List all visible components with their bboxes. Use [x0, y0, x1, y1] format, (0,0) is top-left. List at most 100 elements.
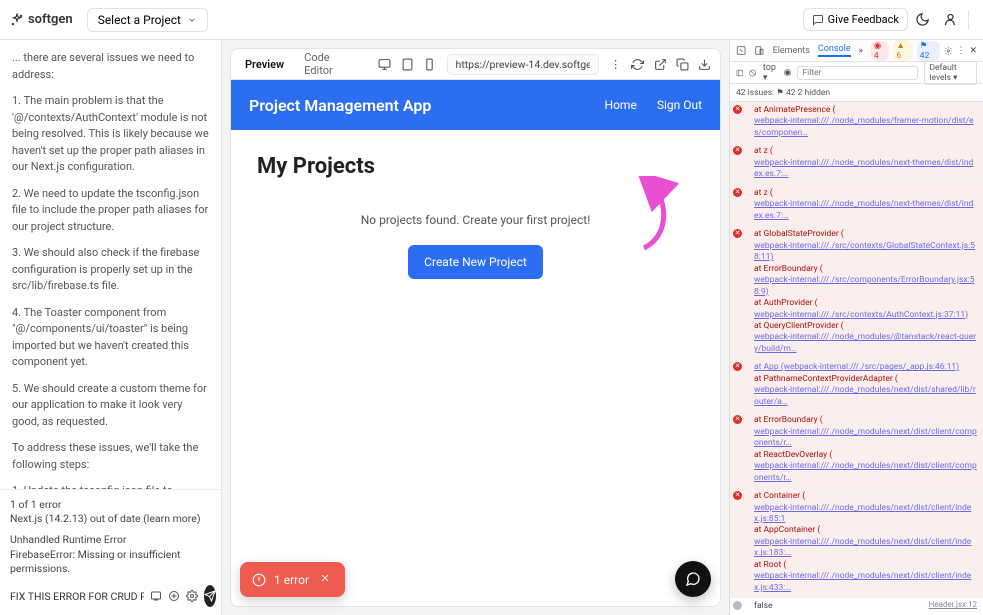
devtools-tab-console[interactable]: Console [818, 44, 851, 57]
chat-paragraph: To address these issues, we'll take the … [12, 440, 209, 473]
device-icon[interactable] [754, 45, 764, 56]
preview-frame: Project Management App Home Sign Out My … [230, 80, 721, 607]
moon-icon [915, 12, 930, 27]
log-text: at Container (webpack-internal:///./node… [746, 491, 977, 594]
refresh-icon[interactable] [629, 53, 647, 75]
warn-count-badge[interactable]: ▲ 6 [893, 40, 912, 61]
chat-input[interactable] [10, 590, 144, 603]
error-count: 1 of 1 error [10, 498, 211, 513]
log-text: at z (webpack-internal:///./node_modules… [746, 146, 977, 180]
console-log-error[interactable]: ✕ at GlobalStateProvider (webpack-intern… [730, 226, 983, 359]
error-glyph-icon: ✕ [733, 491, 742, 500]
toast-text: 1 error [274, 573, 309, 587]
nav-signout[interactable]: Sign Out [657, 98, 702, 112]
error-count-badge[interactable]: ◉ 4 [871, 41, 890, 61]
error-glyph-icon: ✕ [733, 146, 742, 155]
inline-code-icon[interactable] [150, 588, 162, 604]
chat-icon [812, 14, 824, 26]
devtools-panel: Elements Console » ◉ 4 ▲ 6 ⚑ 42 ⋮ ✕ top … [729, 40, 983, 615]
app-title: Project Management App [249, 96, 431, 115]
sparkle-icon [10, 13, 24, 27]
log-text: at GlobalStateProvider (webpack-internal… [746, 229, 977, 355]
info-count-badge[interactable]: ⚑ 42 [917, 41, 940, 61]
user-icon [943, 12, 958, 27]
log-text: at AnimatePresence (webpack-internal:///… [746, 105, 977, 139]
feedback-label: Give Feedback [828, 13, 899, 26]
error-summary: 1 of 1 error Next.js (14.2.13) out of da… [10, 498, 211, 577]
device-mobile-icon[interactable] [420, 53, 438, 75]
next-outdated: Next.js (14.2.13) out of date (learn mor… [10, 512, 200, 525]
attach-icon[interactable] [168, 588, 180, 604]
console-log-error[interactable]: ✕ at Container (webpack-internal:///./no… [730, 488, 983, 598]
chevron-down-icon [187, 15, 197, 25]
preview-url-field[interactable] [447, 54, 599, 75]
console-log-error[interactable]: ✕ at App (webpack-internal:///./src/page… [730, 359, 983, 412]
error-glyph-icon: ✕ [733, 229, 742, 238]
feedback-button[interactable]: Give Feedback [803, 8, 908, 31]
create-project-button[interactable]: Create New Project [408, 245, 543, 279]
context-top[interactable]: top ▾ [763, 63, 778, 83]
console-log-error[interactable]: ✕ at z (webpack-internal:///./node_modul… [730, 143, 983, 184]
devtools-kebab[interactable]: ⋮ [956, 46, 965, 56]
chat-messages: ... there are several issues we need to … [0, 40, 221, 489]
inspect-icon[interactable] [736, 45, 746, 56]
log-levels-select[interactable]: Default levels ▾ [924, 61, 977, 85]
runtime-error-title: Unhandled Runtime Error [10, 533, 211, 548]
copy-icon[interactable] [673, 53, 691, 75]
send-button[interactable] [204, 585, 216, 607]
sidebar-toggle-icon[interactable] [736, 68, 743, 78]
download-icon[interactable] [696, 53, 714, 75]
separator [968, 10, 969, 30]
devtools-tabs: Elements Console » ◉ 4 ▲ 6 ⚑ 42 ⋮ ✕ [730, 40, 983, 62]
device-tablet-icon[interactable] [398, 53, 416, 75]
chat-bubble-icon [685, 571, 701, 587]
user-menu[interactable] [936, 6, 964, 34]
chat-input-row [10, 585, 211, 607]
brand-name: softgen [28, 12, 73, 27]
console-log-error[interactable]: ✕ at ErrorBoundary (webpack-internal:///… [730, 412, 983, 488]
help-fab[interactable] [675, 561, 711, 597]
devtools-close[interactable]: ✕ [969, 46, 977, 56]
devtools-badges: ◉ 4 ▲ 6 ⚑ 42 ⋮ ✕ [871, 40, 977, 61]
tab-preview[interactable]: Preview [237, 54, 292, 75]
console-log-info[interactable]: falseHeader.jsx:12 [730, 598, 983, 615]
project-select[interactable]: Select a Project [87, 8, 208, 32]
more-icon[interactable]: ⋮ [607, 53, 625, 75]
nav-home[interactable]: Home [605, 98, 637, 112]
open-external-icon[interactable] [651, 53, 669, 75]
toast-close[interactable] [317, 570, 333, 589]
page-heading: My Projects [257, 154, 694, 179]
devtools-more[interactable]: » [859, 46, 863, 56]
chat-paragraph: ... there are several issues we need to … [12, 50, 209, 83]
error-toast[interactable]: 1 error [240, 562, 345, 597]
console-log-error[interactable]: ✕ at z (webpack-internal:///./node_modul… [730, 185, 983, 226]
info-glyph-icon [733, 601, 742, 610]
console-log-error[interactable]: ✕ at AnimatePresence (webpack-internal:/… [730, 102, 983, 143]
runtime-error-msg: FirebaseError: Missing or insufficient p… [10, 548, 211, 577]
console-filter[interactable] [797, 66, 918, 80]
settings-icon[interactable] [186, 588, 198, 604]
log-text: at ErrorBoundary (webpack-internal:///./… [746, 415, 977, 484]
app-inner-header: Project Management App Home Sign Out [231, 80, 720, 130]
log-source-link[interactable]: Header.jsx:12 [929, 600, 977, 611]
theme-toggle[interactable] [908, 6, 936, 34]
chat-paragraph: 1. The main problem is that the '@/conte… [12, 93, 209, 176]
chat-panel: ... there are several issues we need to … [0, 40, 222, 615]
clear-console-icon[interactable] [749, 68, 756, 78]
error-glyph-icon: ✕ [733, 415, 742, 424]
log-text: at z (webpack-internal:///./node_modules… [746, 188, 977, 222]
brand-logo[interactable]: softgen [10, 12, 73, 27]
gear-icon[interactable] [944, 46, 953, 56]
issues-bar[interactable]: 42 issues: ⚑ 42 2 hidden [730, 84, 983, 102]
devtools-tab-elements[interactable]: Elements [773, 46, 810, 56]
chat-paragraph: 2. We need to update the tsconfig.json f… [12, 186, 209, 236]
app-body: My Projects No projects found. Create yo… [231, 130, 720, 303]
device-desktop-icon[interactable] [376, 53, 394, 75]
alert-circle-icon [252, 573, 266, 587]
app-header: softgen Select a Project Give Feedback [0, 0, 983, 40]
log-text: at App (webpack-internal:///./src/pages/… [746, 362, 977, 408]
devtools-toolbar: top ▾ ◉ Default levels ▾ [730, 62, 983, 84]
empty-state-message: No projects found. Create your first pro… [257, 213, 694, 227]
chat-paragraph: 4. The Toaster component from "@/compone… [12, 305, 209, 371]
tab-code-editor[interactable]: Code Editor [296, 47, 359, 81]
